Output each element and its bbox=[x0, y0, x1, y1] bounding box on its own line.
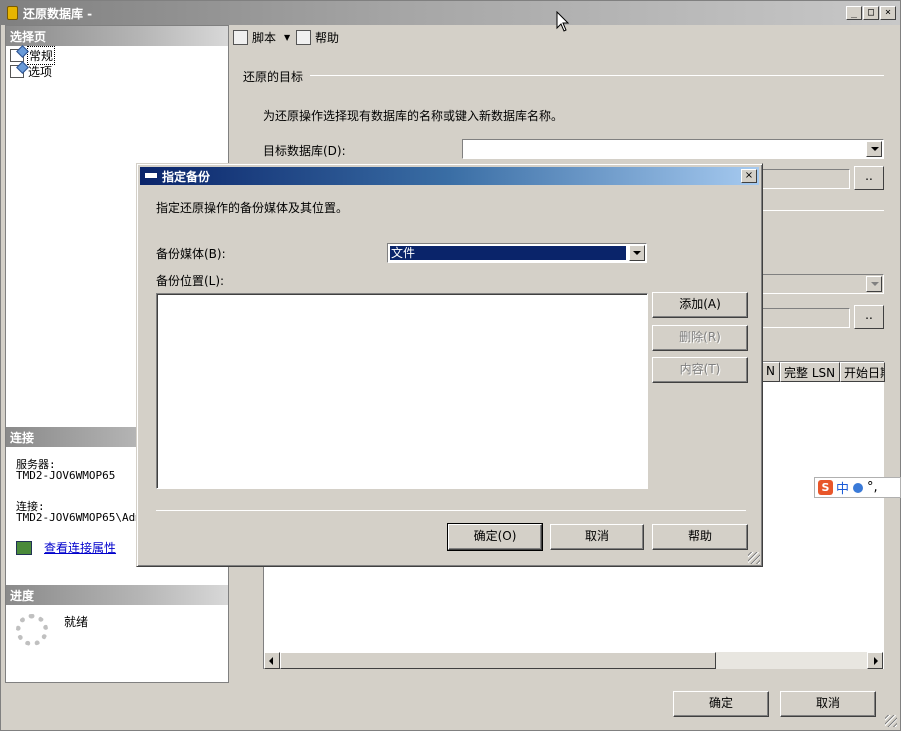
dialog-title: 指定备份 bbox=[162, 170, 211, 184]
dialog-icon bbox=[144, 172, 158, 179]
progress-spinner-icon bbox=[16, 614, 48, 646]
resize-grip-icon[interactable] bbox=[748, 552, 760, 564]
mouse-cursor-icon bbox=[556, 11, 570, 32]
dialog-close-button[interactable]: × bbox=[741, 169, 757, 183]
server-value: TMD2-JOV6WMOP65 bbox=[16, 469, 116, 482]
window-titlebar[interactable]: 还原数据库 - _ □ × bbox=[1, 1, 900, 25]
connection-value: TMD2-JOV6WMOP65\Admi bbox=[16, 511, 149, 524]
chevron-down-icon[interactable] bbox=[866, 141, 882, 157]
script-icon bbox=[233, 30, 248, 45]
help-label: 帮助 bbox=[315, 31, 340, 45]
column-header[interactable]: N bbox=[762, 362, 780, 382]
chevron-down-icon[interactable] bbox=[866, 276, 882, 292]
column-header[interactable]: 开始日期 bbox=[840, 362, 885, 382]
restore-point-field[interactable] bbox=[762, 169, 850, 189]
backup-media-combo[interactable]: 文件 bbox=[387, 243, 647, 263]
view-connection-properties-link[interactable]: 查看连接属性 bbox=[44, 539, 116, 556]
ime-mode-label[interactable]: 中 bbox=[836, 478, 849, 497]
add-button[interactable]: 添加(A) bbox=[652, 292, 748, 318]
backup-location-label: 备份位置(L): bbox=[156, 274, 225, 288]
dialog-help-button[interactable]: 帮助 bbox=[652, 524, 748, 550]
target-database-combo[interactable] bbox=[462, 139, 884, 159]
browse-button[interactable]: .. bbox=[854, 166, 884, 190]
help-icon bbox=[296, 30, 311, 45]
dialog-ok-button[interactable]: 确定(O) bbox=[447, 523, 543, 551]
source-device-field[interactable] bbox=[762, 308, 850, 328]
ime-punctuation[interactable]: °, bbox=[867, 480, 878, 495]
cancel-button[interactable]: 取消 bbox=[780, 691, 876, 717]
progress-status: 就绪 bbox=[64, 615, 89, 629]
maximize-button[interactable]: □ bbox=[863, 6, 879, 20]
dialog-titlebar[interactable]: 指定备份 × bbox=[140, 167, 759, 185]
destination-group-title: 还原的目标 bbox=[243, 70, 304, 84]
minimize-button[interactable]: _ bbox=[846, 6, 862, 20]
chevron-down-icon[interactable] bbox=[629, 245, 645, 261]
dialog-divider bbox=[156, 510, 746, 511]
ok-button[interactable]: 确定 bbox=[673, 691, 769, 717]
ime-status-bar[interactable]: S 中 °, bbox=[814, 477, 901, 498]
page-icon bbox=[10, 48, 24, 62]
resize-grip-icon[interactable] bbox=[885, 715, 897, 727]
page-icon bbox=[10, 64, 24, 78]
source-database-combo[interactable] bbox=[762, 274, 884, 294]
group-divider bbox=[762, 210, 884, 211]
destination-hint: 为还原操作选择现有数据库的名称或键入新数据库名称。 bbox=[263, 109, 564, 123]
window-title: 还原数据库 - bbox=[23, 7, 93, 21]
scrollbar-thumb[interactable] bbox=[280, 652, 716, 669]
dialog-hint: 指定还原操作的备份媒体及其位置。 bbox=[156, 201, 349, 215]
help-button[interactable]: 帮助 bbox=[296, 29, 339, 46]
page-item-general[interactable]: 常规 bbox=[10, 45, 56, 65]
connection-properties-icon bbox=[16, 540, 32, 555]
page-item-options[interactable]: 选项 bbox=[10, 63, 52, 79]
backup-media-label: 备份媒体(B): bbox=[156, 247, 226, 261]
view-connection-properties[interactable]: 查看连接属性 bbox=[16, 539, 116, 556]
contents-button[interactable]: 内容(T) bbox=[652, 357, 748, 383]
ime-dot-icon[interactable] bbox=[853, 482, 864, 493]
dialog-cancel-button[interactable]: 取消 bbox=[550, 524, 644, 550]
chevron-down-icon[interactable]: ▼ bbox=[284, 33, 290, 42]
column-header[interactable]: 完整 LSN bbox=[780, 362, 840, 382]
specify-backup-dialog: 指定备份 × 指定还原操作的备份媒体及其位置。 备份媒体(B): 文件 备份位置… bbox=[136, 163, 763, 567]
source-device-browse-button[interactable]: .. bbox=[854, 305, 884, 329]
scroll-left-icon[interactable] bbox=[264, 652, 280, 669]
progress-header: 进度 bbox=[6, 585, 228, 605]
page-item-label: 常规 bbox=[26, 45, 56, 65]
select-page-header: 选择页 bbox=[6, 26, 228, 46]
backup-media-value: 文件 bbox=[389, 245, 627, 261]
database-icon bbox=[7, 6, 18, 20]
horizontal-scrollbar[interactable] bbox=[264, 652, 883, 669]
remove-button[interactable]: 删除(R) bbox=[652, 325, 748, 351]
script-label: 脚本 bbox=[252, 31, 277, 45]
scroll-right-icon[interactable] bbox=[867, 652, 883, 669]
backup-location-list[interactable] bbox=[156, 293, 648, 489]
script-button[interactable]: 脚本 ▼ bbox=[233, 29, 290, 46]
group-divider bbox=[310, 75, 884, 76]
target-database-label: 目标数据库(D): bbox=[263, 144, 346, 158]
page-item-label: 选项 bbox=[28, 64, 53, 79]
close-button[interactable]: × bbox=[880, 6, 896, 20]
sogou-logo-icon: S bbox=[818, 480, 833, 495]
